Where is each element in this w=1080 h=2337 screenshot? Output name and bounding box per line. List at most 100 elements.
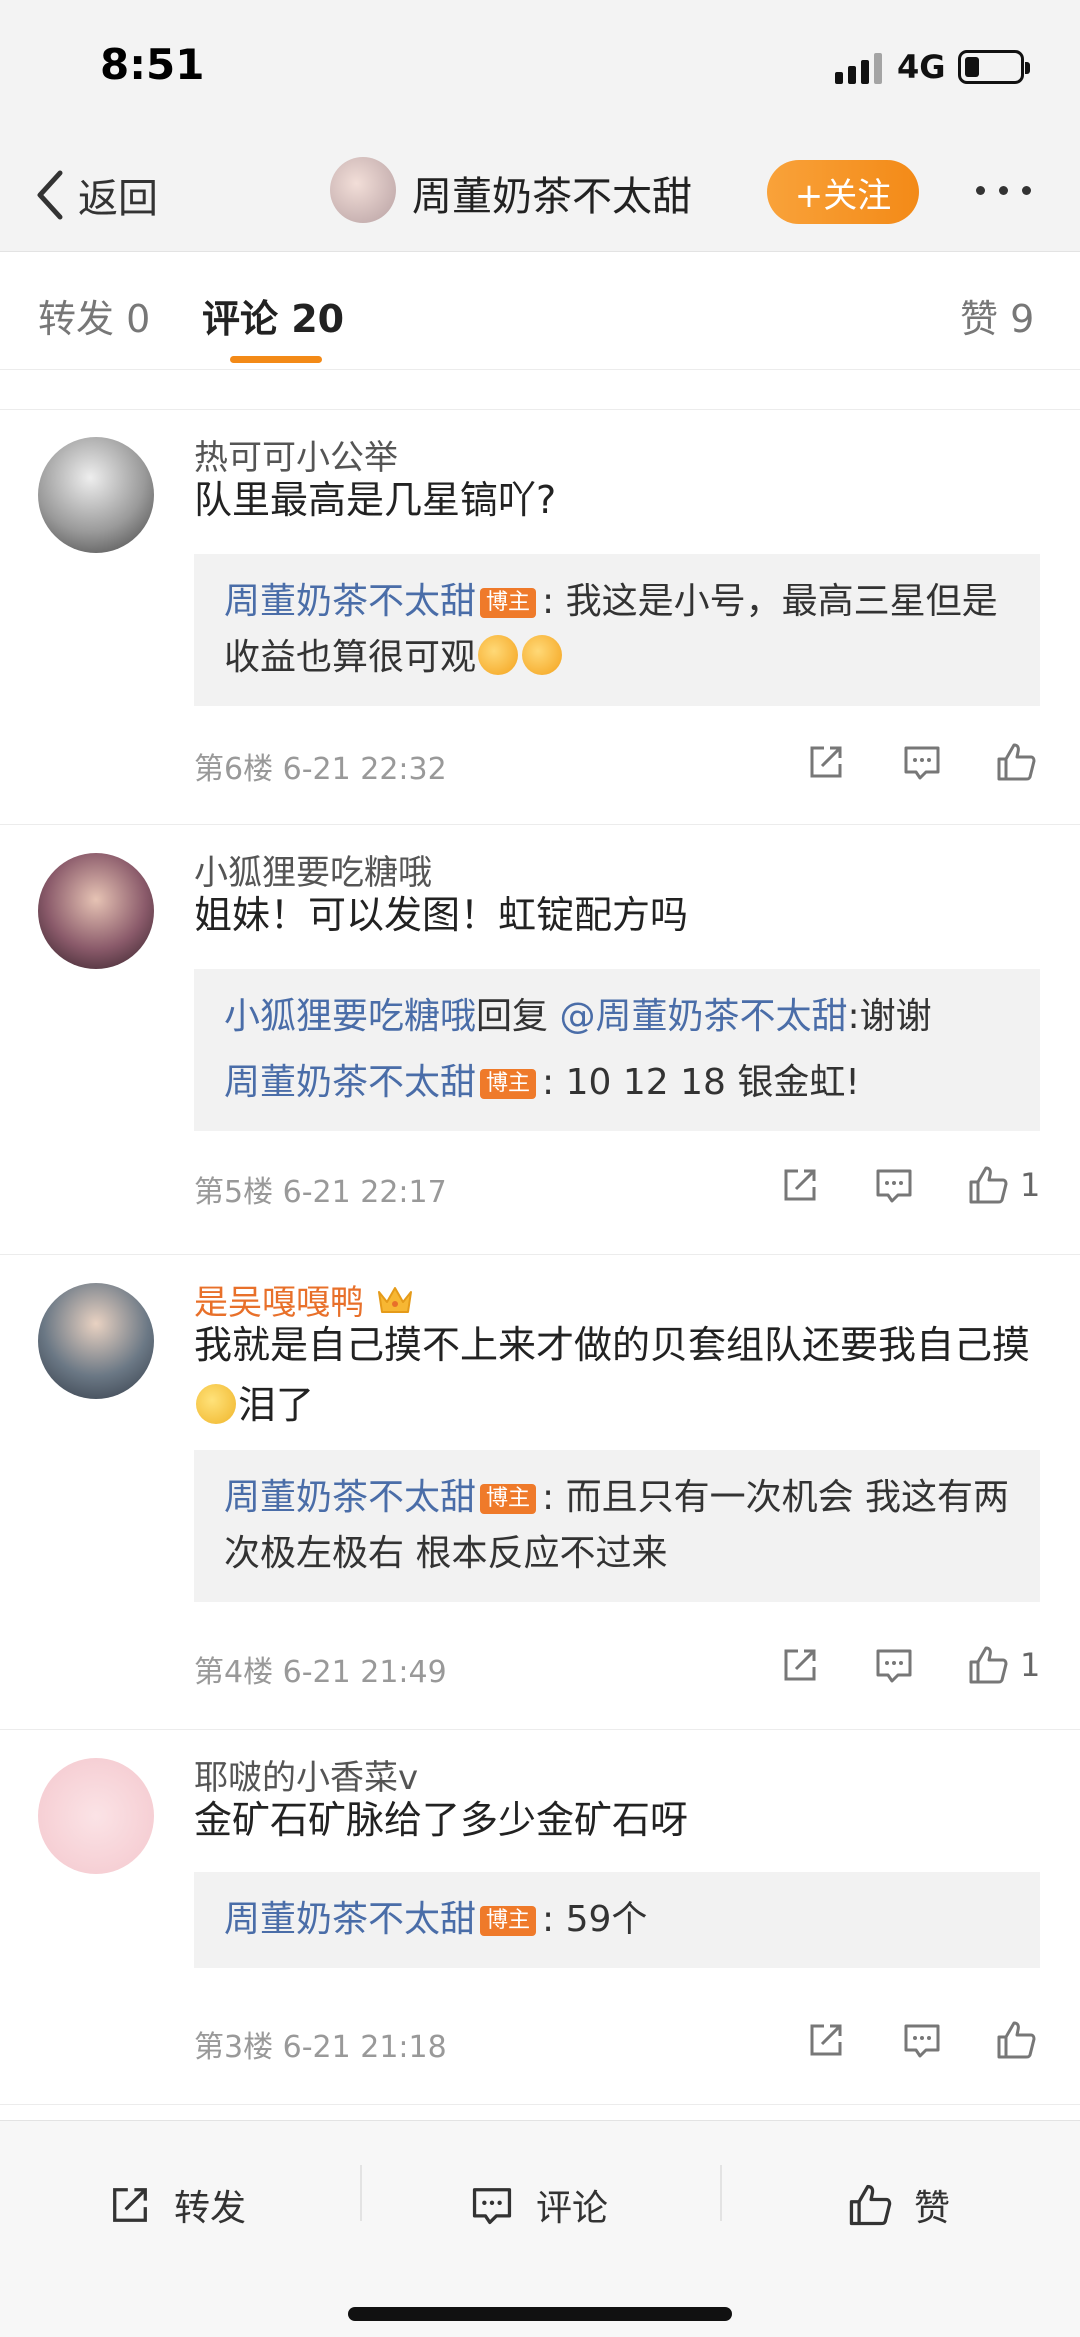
signal-icon [835, 52, 883, 84]
blush-emoji-icon [478, 635, 519, 675]
reply-button[interactable] [900, 2018, 944, 2062]
reply-author[interactable]: 小狐狸要吃糖哦 [224, 996, 476, 1037]
comment-list[interactable]: 热可可小公举 队里最高是几星镐吖? 周董奶茶不太甜 博主: 我这是小号，最高三星但… [0, 370, 1080, 2120]
tab-repost[interactable]: 转发 0 [38, 288, 150, 343]
repost-button[interactable]: 转发 [106, 2175, 246, 2235]
thumbs-up-icon [969, 1646, 1008, 1684]
network-type: 4G [897, 48, 946, 86]
comment-meta: 第4楼 6-21 21:49 [194, 1655, 447, 1690]
reply-verb: 回复 [476, 996, 549, 1037]
reply-button[interactable] [872, 1163, 916, 1207]
share-icon [784, 1649, 816, 1681]
home-indicator[interactable] [348, 2307, 732, 2321]
like-button[interactable] [994, 2018, 1048, 2062]
follow-button[interactable]: +关注 [767, 160, 919, 224]
author-badge: 博主 [480, 1906, 537, 1936]
reply-box[interactable]: 小狐狸要吃糖哦回复 @周董奶茶不太甜:谢谢 周董奶茶不太甜 博主: 10 12 1… [194, 969, 1040, 1131]
more-options-icon[interactable] [976, 186, 1031, 195]
active-tab-indicator [230, 356, 322, 363]
reply-box[interactable]: 周董奶茶不太甜 博主: 我这是小号，最高三星但是收益也算很可观 [194, 554, 1040, 706]
thumbs-up-icon [969, 1166, 1008, 1204]
thumbs-up-icon [849, 2184, 892, 2226]
share-button[interactable] [778, 1163, 822, 1207]
reply-button[interactable] [872, 1643, 916, 1687]
repost-label: 转发 [174, 2188, 247, 2229]
like-post-button[interactable]: 赞 [846, 2175, 950, 2235]
comment-icon [472, 2188, 512, 2225]
divider [720, 2165, 722, 2221]
comment-text: 我就是自己摸不上来才做的贝套组队还要我自己摸泪了 [194, 1315, 1052, 1435]
like-label: 赞 [914, 2188, 951, 2229]
reply-line: 周董奶茶不太甜 博主: 10 12 18 银金虹! [224, 1055, 1010, 1111]
tab-comments[interactable]: 评论 20 [202, 288, 344, 343]
author-badge: 博主 [480, 588, 537, 618]
partial-comment-above [0, 370, 1080, 410]
reply-button[interactable] [900, 740, 944, 784]
author-avatar[interactable] [330, 157, 396, 223]
back-label: 返回 [78, 176, 158, 222]
comment-icon [876, 1169, 912, 1203]
comment-text-part: 泪了 [238, 1383, 315, 1427]
reply-author[interactable]: 周董奶茶不太甜 [224, 1899, 476, 1940]
sad-emoji-icon [196, 1384, 236, 1424]
battery-icon [958, 50, 1030, 84]
share-icon [810, 746, 842, 778]
share-button[interactable] [804, 740, 848, 784]
comment-icon [876, 1649, 912, 1683]
comment-icon [904, 2024, 940, 2058]
status-bar: 8:51 4G [0, 0, 1080, 140]
comment-item: 是吴嘎嘎鸭 我就是自己摸不上来才做的贝套组队还要我自己摸泪了 周董奶茶不太甜 博主… [0, 1255, 1080, 1730]
comment-text: 金矿石矿脉给了多少金矿石呀 [194, 1798, 689, 1842]
share-button[interactable] [804, 2018, 848, 2062]
comment-label: 评论 [536, 2188, 609, 2229]
author-badge: 博主 [480, 1484, 537, 1514]
share-icon [810, 2024, 842, 2056]
reply-author[interactable]: 周董奶茶不太甜 [224, 1062, 476, 1103]
like-count: 1 [1020, 1646, 1041, 1684]
author-badge: 博主 [480, 1069, 537, 1099]
reply-box[interactable]: 周董奶茶不太甜 博主: 59个 [194, 1872, 1040, 1968]
comment-meta: 第3楼 6-21 21:18 [194, 2030, 447, 2065]
like-button[interactable] [994, 740, 1048, 784]
bottom-action-bar: 转发 评论 赞 [0, 2120, 1080, 2337]
avatar[interactable] [38, 1758, 154, 1874]
comment-icon [904, 746, 940, 780]
blush-emoji-icon [522, 635, 563, 675]
back-button[interactable]: 返回 [30, 160, 158, 230]
tab-likes[interactable]: 赞 9 [960, 288, 1034, 343]
divider [360, 2165, 362, 2221]
reply-mention[interactable]: @周董奶茶不太甜 [559, 996, 847, 1037]
thumbs-up-icon [997, 2021, 1036, 2059]
reply-author[interactable]: 周董奶茶不太甜 [224, 1477, 476, 1518]
page-title[interactable]: 周董奶茶不太甜 [412, 164, 692, 222]
comment-item: 耶啵的小香菜v 金矿石矿脉给了多少金矿石呀 周董奶茶不太甜 博主: 59个 第3楼… [0, 1730, 1080, 2105]
thumbs-up-icon [997, 743, 1036, 781]
back-chevron-icon [37, 170, 63, 220]
like-button[interactable]: 1 [966, 1643, 1040, 1687]
reply-text: :谢谢 [847, 996, 932, 1037]
tab-bar: 转发 0 评论 20 赞 9 [0, 252, 1080, 370]
share-icon [784, 1169, 816, 1201]
reply-author[interactable]: 周董奶茶不太甜 [224, 581, 476, 622]
comment-item: 小狐狸要吃糖哦 姐妹！可以发图！虹锭配方吗 小狐狸要吃糖哦回复 @周董奶茶不太甜… [0, 825, 1080, 1255]
reply-box[interactable]: 周董奶茶不太甜 博主: 而且只有一次机会 我这有两次极左极右 根本反应不过来 [194, 1450, 1040, 1602]
comment-button[interactable]: 评论 [468, 2175, 608, 2235]
status-time: 8:51 [100, 40, 205, 89]
comment-text: 队里最高是几星镐吖? [194, 478, 557, 522]
comment-text-part: 我就是自己摸不上来才做的贝套组队还要我自己摸 [194, 1323, 1031, 1367]
comment-item: 热可可小公举 队里最高是几星镐吖? 周董奶茶不太甜 博主: 我这是小号，最高三星但… [0, 410, 1080, 825]
avatar[interactable] [38, 437, 154, 553]
reply-line: 小狐狸要吃糖哦回复 @周董奶茶不太甜:谢谢 [224, 989, 1010, 1045]
share-button[interactable] [778, 1643, 822, 1687]
like-button[interactable]: 1 [966, 1163, 1040, 1207]
comment-meta: 第5楼 6-21 22:17 [194, 1175, 447, 1210]
crown-icon [377, 1287, 412, 1313]
reply-text: : 59个 [542, 1899, 648, 1940]
comment-text: 姐妹！可以发图！虹锭配方吗 [194, 893, 689, 937]
reply-text: : 10 12 18 银金虹! [542, 1062, 860, 1103]
comment-meta: 第6楼 6-21 22:32 [194, 752, 447, 787]
avatar[interactable] [38, 853, 154, 969]
nav-bar: 返回 周董奶茶不太甜 +关注 [0, 140, 1080, 252]
share-icon [113, 2188, 147, 2222]
avatar[interactable] [38, 1283, 154, 1399]
